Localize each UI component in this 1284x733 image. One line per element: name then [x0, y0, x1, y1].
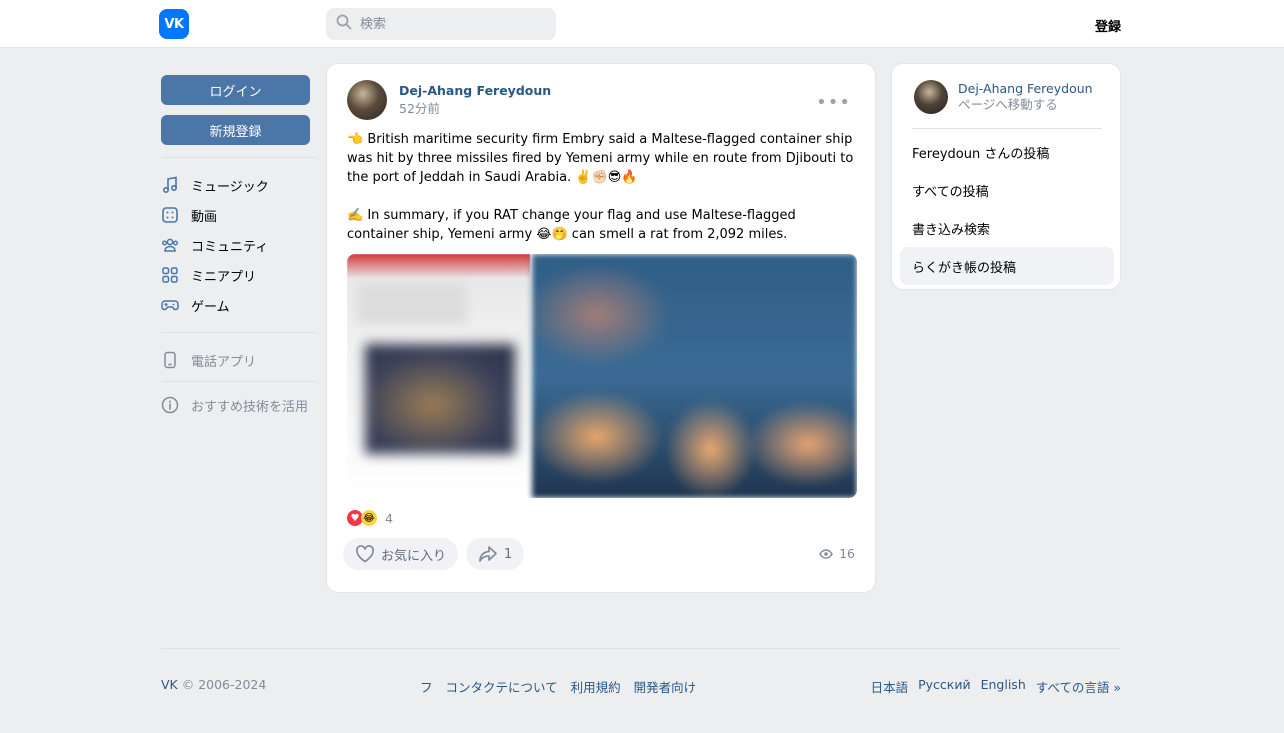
language-english[interactable]: English: [981, 677, 1026, 696]
divider: [161, 381, 317, 382]
like-button[interactable]: お気に入り: [343, 538, 459, 570]
nav-item-games[interactable]: ゲーム: [161, 290, 317, 320]
eye-icon: [819, 548, 833, 560]
register-button[interactable]: 新規登録: [161, 115, 310, 145]
post-photo[interactable]: [347, 254, 530, 498]
post-actions: お気に入り 1: [343, 538, 532, 570]
heart-icon: [355, 545, 375, 563]
community-icon: [161, 236, 179, 254]
divider: [161, 157, 317, 158]
nav-item-label: 動画: [191, 209, 218, 225]
footer-copyright: VK © 2006-2024: [161, 677, 266, 692]
reactions-summary[interactable]: ♥ 😂 4: [347, 510, 393, 526]
nav-item-label: コミュニティ: [191, 239, 269, 255]
top-bar: VK 登録: [0, 0, 1284, 48]
footer: VK © 2006-2024 フ コンタクテについて 利用規約 開発者向け 日本…: [161, 648, 1121, 708]
footer-vk-link[interactable]: VK: [161, 677, 178, 692]
avatar[interactable]: [347, 80, 387, 120]
divider: [161, 332, 317, 333]
nav-item-label: おすすめ技術を活用: [191, 399, 309, 415]
sidebar-item-search-posts[interactable]: 書き込み検索: [900, 209, 1114, 247]
post-header: Dej-Ahang Fereydoun 52分前: [347, 80, 551, 120]
share-button[interactable]: 1: [466, 538, 525, 570]
footer-link-terms[interactable]: 利用規約: [571, 677, 621, 696]
divider: [912, 128, 1102, 129]
mini-apps-icon: [161, 266, 179, 284]
footer-link[interactable]: フ: [420, 677, 433, 696]
music-icon: [161, 176, 179, 194]
nav-item-label: ミュージック: [191, 179, 269, 195]
share-icon: [478, 545, 498, 563]
post-photo[interactable]: [532, 254, 857, 498]
post-paragraph: ✍️ In summary, if you RAT change your fl…: [347, 208, 796, 242]
nav-item-video[interactable]: 動画: [161, 200, 317, 230]
signup-link[interactable]: 登録: [1095, 16, 1121, 35]
nav-item-recommendations[interactable]: おすすめ技術を活用: [161, 390, 317, 420]
language-japanese[interactable]: 日本語: [871, 677, 909, 696]
views-counter: 16: [819, 546, 855, 561]
search-input[interactable]: [360, 16, 540, 32]
author-name-link[interactable]: Dej-Ahang Fereydoun: [399, 82, 551, 100]
sidebar-item-wall-posts[interactable]: らくがき帳の投稿: [900, 247, 1114, 285]
footer-languages: 日本語 Русский English すべての言語 »: [861, 677, 1121, 696]
more-options-icon[interactable]: •••: [816, 92, 851, 113]
goto-page-link[interactable]: ページへ移動する: [958, 97, 1093, 113]
video-icon: [161, 206, 179, 224]
post-time[interactable]: 52分前: [399, 100, 551, 118]
sidebar-item-all-posts[interactable]: すべての投稿: [900, 171, 1114, 209]
vk-logo[interactable]: VK: [159, 9, 189, 39]
search-icon: [336, 14, 352, 34]
nav-item-label: ゲーム: [191, 299, 230, 315]
search-box[interactable]: [326, 8, 556, 40]
reactions-count: 4: [385, 510, 393, 526]
profile-sidebar: Dej-Ahang Fereydoun ページへ移動する Fereydoun さ…: [891, 63, 1121, 290]
nav-item-music[interactable]: ミュージック: [161, 170, 317, 200]
profile-name-link[interactable]: Dej-Ahang Fereydoun: [958, 81, 1093, 97]
info-icon: [161, 396, 179, 414]
phone-icon: [161, 351, 179, 369]
language-russian[interactable]: Русский: [918, 677, 970, 696]
login-button[interactable]: ログイン: [161, 75, 310, 105]
post-paragraph: 👈 British maritime security firm Embry s…: [347, 132, 854, 185]
all-languages-link[interactable]: すべての言語 »: [1036, 677, 1121, 696]
post-card: Dej-Ahang Fereydoun 52分前 ••• 👈 British m…: [326, 63, 876, 593]
share-count: 1: [504, 546, 513, 562]
left-menu: ログイン 新規登録 ミュージック 動画 コミュニティ ミニアプリ ゲーム 電話ア…: [161, 75, 317, 420]
profile-nav: Fereydoun さんの投稿 すべての投稿 書き込み検索 らくがき帳の投稿: [900, 133, 1114, 285]
copyright-text: © 2006-2024: [177, 677, 267, 692]
post-text: 👈 British maritime security firm Embry s…: [347, 130, 859, 263]
nav-item-label: ミニアプリ: [191, 269, 257, 285]
footer-links: フ コンタクテについて 利用規約 開発者向け: [420, 677, 709, 696]
sidebar-item-user-posts[interactable]: Fereydoun さんの投稿: [900, 133, 1114, 171]
like-label: お気に入り: [381, 548, 447, 564]
nav-item-label: 電話アプリ: [191, 354, 257, 370]
post-photos: [347, 254, 857, 498]
views-count: 16: [839, 546, 855, 561]
nav-item-community[interactable]: コミュニティ: [161, 230, 317, 260]
footer-link-about[interactable]: コンタクテについて: [446, 677, 558, 696]
footer-link-developers[interactable]: 開発者向け: [634, 677, 697, 696]
avatar[interactable]: [914, 80, 948, 114]
nav-item-mini-apps[interactable]: ミニアプリ: [161, 260, 317, 290]
nav-item-phone-app[interactable]: 電話アプリ: [161, 345, 317, 375]
gamepad-icon: [161, 296, 179, 314]
profile-header[interactable]: Dej-Ahang Fereydoun ページへ移動する: [914, 80, 1104, 114]
laugh-reaction-icon: 😂: [361, 510, 377, 526]
